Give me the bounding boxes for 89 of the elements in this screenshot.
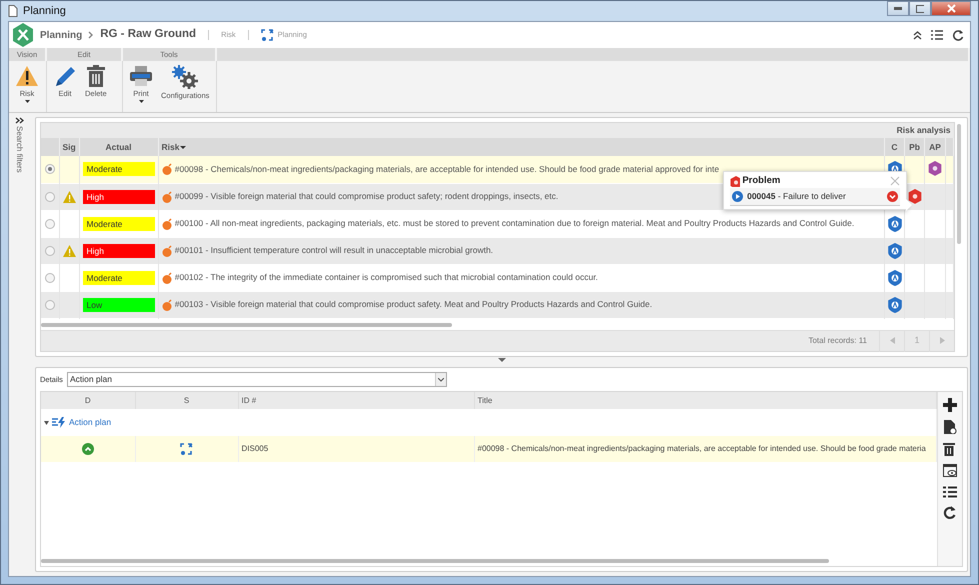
collapse-icon[interactable] (913, 30, 922, 40)
column-header[interactable]: Pb (909, 142, 920, 152)
bomb-icon (162, 218, 172, 230)
risk-text: #00099 - Visible foreign material that could compromise product safety; rodent droppings, insects, etc. (174, 190, 558, 203)
shield-icon[interactable] (888, 215, 902, 232)
column-group-header: Risk analysis (884, 123, 954, 138)
column-header[interactable]: Risk (162, 142, 180, 152)
search-filters-tab[interactable]: Search filters (13, 126, 25, 173)
level-label: Moderate (82, 270, 154, 284)
scrollbar[interactable] (41, 323, 452, 327)
column-header[interactable]: C (891, 142, 898, 152)
column-header[interactable]: ID # (242, 396, 256, 404)
bomb-icon (162, 163, 172, 176)
column-header[interactable]: S (184, 396, 190, 404)
table-row[interactable]: Low #00103 - Visible foreign material that could compromise product safety. Meat and Poultry Products Hazards and Control Guide. (41, 291, 954, 318)
shield-icon[interactable] (888, 242, 902, 259)
radio-button[interactable] (44, 246, 55, 256)
column-header[interactable]: Actual (106, 142, 132, 152)
plan-icon (180, 442, 193, 456)
table-row[interactable]: Moderate #00102 - The integrity of the immediate container is compromised such that microbial contamination could occur. (41, 264, 954, 291)
gears-icon (172, 65, 198, 89)
risk-text: #00100 - All non-meat ingredients, packaging materials, etc. must be stored to prevent contamination due to foreign material. Meat and Poultry Products Hazards and Control Guide. (174, 217, 854, 230)
scrollbar[interactable] (957, 124, 961, 244)
column-header[interactable]: D (84, 396, 91, 404)
record-count: Total records: 11 (808, 335, 867, 347)
table-row[interactable]: Moderate #00100 - All non-meat ingredients, packaging materials, etc. must be stored to prevent contamination due to foreign material. Meat and Poultry Products Hazards and Control Guide. (41, 210, 954, 237)
column-header[interactable]: Sig (62, 142, 76, 152)
level-label: Moderate (82, 216, 154, 230)
caret-icon (438, 378, 444, 382)
close-button[interactable] (931, 1, 971, 16)
refresh-icon[interactable] (943, 506, 957, 520)
table-cell: #00098 - Chemicals/non-meat ingredients/packaging materials, are acceptable for intended use. Should be food grade materia (478, 444, 926, 453)
close-icon (946, 4, 956, 13)
level-label: Moderate (82, 162, 154, 176)
printer-icon (129, 65, 153, 87)
add-icon[interactable] (943, 398, 957, 412)
level-label: High (82, 190, 154, 204)
risk-text: #00102 - The integrity of the immediate container is compromised such that microbial contamination could occur. (174, 271, 598, 284)
breadcrumb-link[interactable]: Planning (40, 28, 82, 42)
level-label: Low (82, 298, 154, 312)
table-row[interactable]: High #00101 - Insufficient temperature control will result in unacceptable microbial growth. (41, 237, 954, 264)
hexagon-icon[interactable] (908, 188, 922, 205)
bomb-icon (162, 190, 172, 202)
trash-icon (86, 65, 106, 87)
risk-text: #00103 - Visible foreign material that could compromise product safety. Meat and Poultry Products Hazards and Control Guide. (174, 298, 652, 311)
list-icon[interactable] (943, 486, 957, 498)
radio-button[interactable] (44, 164, 55, 174)
bomb-icon (162, 272, 172, 284)
risk-text: #00101 - Insufficient temperature control will result in unacceptable microbial growth. (174, 244, 494, 257)
right-arrow-icon (940, 337, 944, 344)
preview-icon[interactable] (943, 464, 957, 478)
delete-icon[interactable] (943, 442, 957, 456)
hexagon-icon[interactable] (928, 161, 942, 178)
chevron-down-icon[interactable] (887, 191, 898, 202)
expand-icon[interactable] (14, 117, 24, 124)
radio-button[interactable] (44, 218, 55, 228)
radio-button[interactable] (44, 192, 55, 202)
chevron-icon (88, 31, 94, 39)
document-icon[interactable] (943, 420, 957, 434)
window-title: Planning (23, 4, 66, 19)
list-icon[interactable] (931, 30, 943, 40)
table-cell: DIS005 (242, 444, 268, 453)
warning-icon (15, 65, 39, 87)
shield-icon[interactable] (888, 296, 902, 313)
group-toggle[interactable]: Action plan (44, 416, 112, 429)
document-icon (8, 5, 18, 17)
minimize-button[interactable] (887, 1, 909, 16)
radio-button[interactable] (44, 272, 55, 282)
maximize-icon (916, 4, 924, 12)
minimize-icon (894, 6, 902, 10)
column-header[interactable]: AP (929, 142, 941, 152)
lightning-list-icon (52, 417, 66, 428)
shield-icon[interactable] (888, 269, 902, 286)
left-arrow-icon (890, 337, 894, 344)
scrollbar[interactable] (41, 559, 830, 563)
radio-button[interactable] (44, 300, 55, 310)
select-field[interactable]: Action plan (66, 372, 447, 387)
risk-text: #00098 - Chemicals/non-meat ingredients/packaging materials, are acceptable for intended use. Should be food grade material approved for inte (174, 162, 720, 176)
bomb-icon (162, 298, 172, 310)
caret-icon (44, 420, 49, 424)
maximize-button[interactable] (909, 1, 931, 16)
pencil-icon (53, 65, 77, 87)
sort-icon[interactable] (179, 144, 188, 150)
column-header[interactable]: Title (478, 396, 492, 404)
status-icon (82, 442, 94, 455)
level-label: High (82, 244, 154, 258)
bomb-icon (162, 244, 172, 256)
refresh-icon[interactable] (952, 29, 964, 41)
page-title: RG - Raw Ground (100, 27, 196, 42)
